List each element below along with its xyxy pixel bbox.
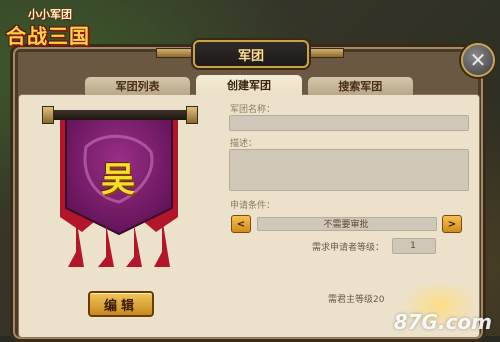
logo-main-text: 合战三国 <box>6 24 90 48</box>
banner-pole-cap-right <box>186 106 198 124</box>
condition-prev-button[interactable]: < <box>231 215 251 233</box>
level-value: 1 <box>410 240 416 251</box>
leader-level-requirement: 需君主等级20 <box>328 295 385 305</box>
close-button[interactable]: ✕ <box>461 43 495 77</box>
game-logo: 小小军团 合战三国 <box>4 2 100 48</box>
banner-pole <box>46 110 192 120</box>
edit-button[interactable]: 编辑 <box>88 291 154 317</box>
chevron-left-icon: < <box>236 218 246 230</box>
site-watermark: 87G.com <box>393 310 492 334</box>
condition-next-button[interactable]: > <box>442 215 462 233</box>
dialog-title: 军团 <box>237 48 264 64</box>
tab-search-legion[interactable]: 搜索军团 <box>306 76 414 95</box>
banner-emblem-char: 吴 <box>101 159 135 200</box>
description-label: 描述： <box>230 139 258 149</box>
tab-bar: 军团列表 创建军团 搜索军团 <box>84 74 414 95</box>
banner-pole-cap-left <box>42 106 54 124</box>
level-label: 需求申请者等级： <box>312 243 385 253</box>
name-label: 军团名称： <box>230 105 276 115</box>
close-icon: ✕ <box>469 48 487 72</box>
description-textarea[interactable] <box>229 149 469 191</box>
tab-legion-list[interactable]: 军团列表 <box>84 76 192 95</box>
dialog-title-plaque: 军团 <box>193 40 309 68</box>
condition-label: 申请条件： <box>230 201 276 211</box>
legion-name-input[interactable] <box>229 115 469 131</box>
condition-value: 不需要审批 <box>323 220 369 230</box>
chevron-right-icon: > <box>447 218 457 230</box>
title-wing-left <box>156 48 198 58</box>
tab-create-legion[interactable]: 创建军团 <box>195 74 303 95</box>
